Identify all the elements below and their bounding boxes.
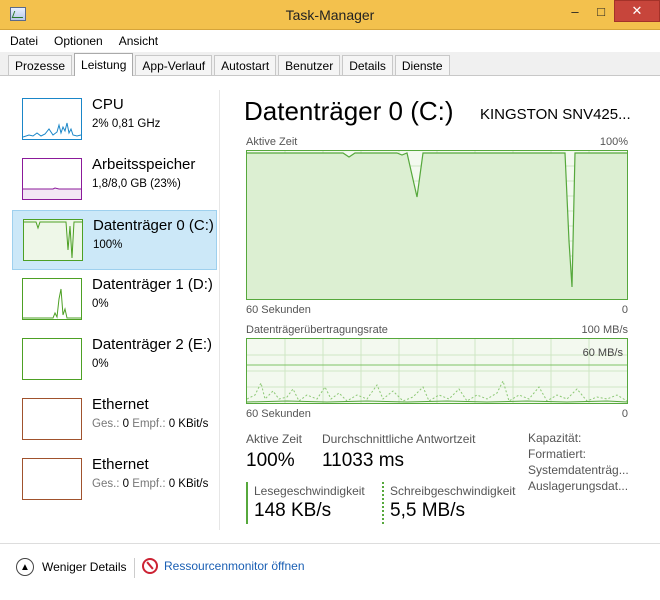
resource-monitor-link[interactable]: Ressourcenmonitor öffnen	[142, 558, 305, 574]
sidebar-item-value: 2% 0,81 GHz	[92, 118, 161, 130]
sidebar-item-label: Ethernet	[92, 396, 149, 413]
tab-prozesse[interactable]: Prozesse	[8, 55, 73, 75]
sidebar-item-label: Datenträger 1 (D:)	[92, 276, 213, 293]
tab-details[interactable]: Details	[342, 55, 393, 75]
transfer-rate-graph: 60 MB/s	[246, 338, 628, 404]
transfer-rate-label: Datenträgerübertragungsrate	[246, 324, 388, 336]
disk-2-thumbnail-graph	[22, 338, 82, 380]
footer-separator	[134, 558, 135, 578]
disk-detail-panel: Datenträger 0 (C:) KINGSTON SNV425... Ak…	[230, 76, 650, 544]
cpu-thumbnail-graph	[22, 98, 82, 140]
chevron-up-icon: ▲	[16, 558, 34, 576]
footer-bar: ▲ Weniger Details Ressourcenmonitor öffn…	[0, 544, 660, 600]
minimize-button[interactable]: –	[562, 0, 588, 22]
close-button[interactable]: ✕	[614, 0, 660, 22]
sidebar-item-value: 0%	[92, 298, 109, 310]
ethernet-1-thumbnail-graph	[22, 398, 82, 440]
page-file-label: Auslagerungsdat...	[528, 479, 629, 493]
read-speed-indicator	[246, 482, 248, 524]
ethernet-2-thumbnail-graph	[22, 458, 82, 500]
menu-bar: Datei Optionen Ansicht	[0, 30, 660, 52]
active-time-stat-label: Aktive Zeit	[246, 432, 303, 446]
active-time-stat-value: 100%	[246, 450, 295, 471]
transfer-rate-max: 100 MB/s	[581, 324, 628, 336]
active-time-span: 60 Sekunden	[246, 304, 311, 316]
transfer-rate-span: 60 Sekunden	[246, 408, 311, 420]
write-speed-indicator	[382, 482, 384, 524]
sidebar-item-memory[interactable]: Arbeitsspeicher 1,8/8,0 GB (23%)	[12, 150, 217, 210]
disk-0-thumbnail-graph	[23, 219, 83, 261]
tab-bar: Prozesse Leistung App-Verlauf Autostart …	[0, 52, 660, 76]
active-time-zero: 0	[621, 304, 628, 316]
tab-benutzer[interactable]: Benutzer	[278, 55, 341, 75]
formatted-label: Formatiert:	[528, 447, 587, 461]
disk-model: KINGSTON SNV425...	[480, 106, 631, 123]
memory-thumbnail-graph	[22, 158, 82, 200]
sidebar-item-value: 100%	[93, 239, 123, 251]
response-time-label: Durchschnittliche Antwortzeit	[322, 432, 476, 446]
transfer-rate-zero: 0	[621, 408, 628, 420]
active-time-label: Aktive Zeit	[246, 136, 298, 148]
active-time-max: 100%	[599, 136, 628, 148]
resource-monitor-icon	[142, 558, 158, 574]
sidebar-item-disk-0[interactable]: Datenträger 0 (C:) 100%	[12, 210, 217, 270]
sidebar-item-label: CPU	[92, 96, 124, 113]
sidebar-item-value: Ges.: 0 Empf.: 0 KBit/s	[92, 418, 209, 430]
sidebar-item-ethernet-1[interactable]: Ethernet Ges.: 0 Empf.: 0 KBit/s	[12, 390, 217, 450]
tab-leistung[interactable]: Leistung	[74, 53, 134, 76]
menu-optionen[interactable]: Optionen	[54, 34, 103, 48]
sidebar-item-value: Ges.: 0 Empf.: 0 KBit/s	[92, 478, 209, 490]
read-speed-label: Lesegeschwindigkeit	[254, 484, 365, 498]
menu-ansicht[interactable]: Ansicht	[119, 34, 158, 48]
response-time-value: 11033 ms	[322, 450, 405, 471]
sidebar-item-cpu[interactable]: CPU 2% 0,81 GHz	[12, 90, 217, 150]
read-speed-value: 148 KB/s	[254, 500, 332, 521]
tab-app-verlauf[interactable]: App-Verlauf	[135, 55, 213, 75]
resource-monitor-label: Ressourcenmonitor öffnen	[164, 559, 305, 573]
fewer-details-label: Weniger Details	[42, 560, 127, 574]
sidebar-item-label: Datenträger 0 (C:)	[93, 217, 214, 234]
transfer-rate-gridline-label: 60 MB/s	[582, 347, 623, 359]
write-speed-value: 5,5 MB/s	[390, 500, 465, 521]
fewer-details-button[interactable]: ▲ Weniger Details	[16, 558, 126, 576]
tab-dienste[interactable]: Dienste	[394, 55, 450, 75]
active-time-graph	[246, 150, 628, 300]
menu-datei[interactable]: Datei	[10, 34, 38, 48]
sidebar-item-disk-2[interactable]: Datenträger 2 (E:) 0%	[12, 330, 217, 390]
maximize-button[interactable]: □	[588, 0, 614, 22]
disk-properties: Kapazität: Formatiert: Systemdatenträg..…	[528, 430, 629, 494]
window-title: Task-Manager	[285, 7, 375, 23]
performance-content: CPU 2% 0,81 GHz Arbeitsspeicher 1,8/8,0 …	[0, 76, 660, 544]
title-bar: Task-Manager – □ ✕	[0, 0, 660, 30]
sidebar-item-label: Datenträger 2 (E:)	[92, 336, 213, 353]
page-title: Datenträger 0 (C:)	[244, 96, 454, 126]
sidebar-item-value: 1,8/8,0 GB (23%)	[92, 178, 181, 190]
system-disk-label: Systemdatenträg...	[528, 463, 629, 477]
write-speed-label: Schreibgeschwindigkeit	[390, 484, 516, 498]
sidebar-item-ethernet-2[interactable]: Ethernet Ges.: 0 Empf.: 0 KBit/s	[12, 450, 217, 510]
capacity-label: Kapazität:	[528, 431, 582, 445]
sidebar-item-value: 0%	[92, 358, 109, 370]
disk-1-thumbnail-graph	[22, 278, 82, 320]
sidebar-item-label: Arbeitsspeicher	[92, 156, 196, 173]
tab-autostart[interactable]: Autostart	[214, 55, 277, 75]
resource-list: CPU 2% 0,81 GHz Arbeitsspeicher 1,8/8,0 …	[10, 90, 220, 530]
sidebar-item-label: Ethernet	[92, 456, 149, 473]
sidebar-item-disk-1[interactable]: Datenträger 1 (D:) 0%	[12, 270, 217, 330]
